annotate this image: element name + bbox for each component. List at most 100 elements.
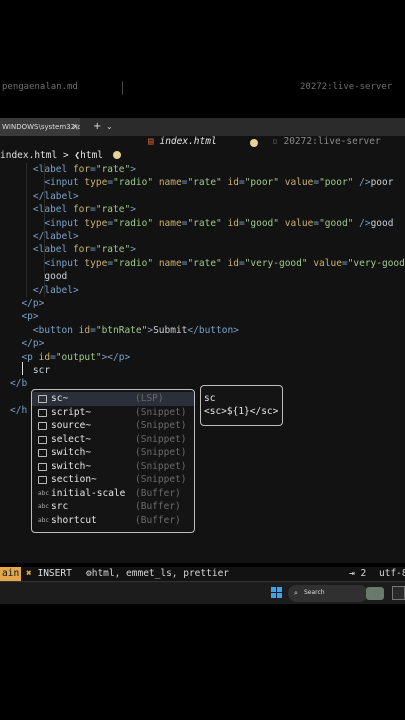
code-line: <p id="output"></p>: [21, 351, 130, 364]
completion-menu[interactable]: sc~ (LSP) script~ (Snippet) source~ (Snippet)…: [31, 389, 195, 533]
tab-label: index.html: [159, 136, 217, 147]
code-line: </p>: [21, 297, 44, 310]
code-token: "output": [55, 351, 102, 363]
html-file-icon: ▤: [148, 136, 154, 147]
code-token: "rate": [187, 217, 228, 229]
code-token: "btnRate": [95, 324, 148, 336]
code-line: </h: [10, 404, 27, 417]
completion-item[interactable]: sc~ (LSP): [32, 392, 194, 406]
completion-item[interactable]: abc initial-scale (Buffer): [32, 487, 194, 501]
code-line: <input type="radio" name="rate" id="very…: [44, 257, 405, 270]
code-line: <label for="rate">: [33, 243, 136, 256]
code-token: name: [158, 177, 182, 189]
code-token: type: [84, 257, 108, 269]
windows-start-icon[interactable]: [271, 587, 283, 599]
code-token: >: [130, 164, 136, 175]
completion-kind: (Buffer): [135, 487, 181, 499]
completion-item[interactable]: section~ (Snippet): [32, 473, 194, 487]
code-token: Submit: [153, 324, 188, 336]
mode-label: INSERT: [37, 568, 72, 579]
tab-index-html[interactable]: ▤ index.html: [148, 136, 217, 150]
terminal-tab-title: WINDOWS\system32\cmd.: [2, 123, 80, 131]
completion-kind: (Snippet): [135, 460, 187, 472]
breadcrumb-node[interactable]: html: [80, 150, 103, 161]
mode-indicator: ✖ INSERT: [26, 567, 72, 581]
completion-label: shortcut: [51, 514, 97, 526]
modified-dot-icon: [250, 139, 258, 147]
screen: pengaenalan.md 20272:live-server WINDOWS…: [0, 0, 405, 720]
code-line: <label for="rate">: [33, 163, 136, 176]
completion-kind: (LSP): [135, 393, 164, 404]
tab-label: 20272:live-server: [283, 136, 381, 147]
code-token: id: [227, 257, 239, 269]
editor-tab-bar: ▤ index.html ▫ 20272:live-server: [0, 136, 405, 150]
code-token: </h: [10, 405, 28, 417]
chevron-down-icon[interactable]: ⌄: [106, 122, 113, 131]
text-icon: abc: [38, 503, 49, 510]
code-token: "good": [319, 217, 360, 229]
lsp-list: html, emmet_ls, prettier: [91, 568, 230, 579]
code-token: type: [84, 177, 108, 189]
completion-item[interactable]: abc shortcut (Buffer): [32, 514, 194, 528]
completion-kind: (Snippet): [135, 406, 187, 418]
terminal-tab[interactable]: WINDOWS\system32\cmd. ×: [0, 118, 80, 136]
code-token: id: [227, 217, 239, 229]
code-token: <label: [32, 164, 73, 175]
terminal-file-icon: ▫: [272, 136, 278, 147]
completion-label: switch~: [51, 447, 92, 458]
completion-item[interactable]: select~ (Snippet): [32, 433, 194, 447]
code-line: <label for="rate">: [33, 203, 136, 216]
taskbar-search-box[interactable]: ⌕ Search: [288, 585, 368, 602]
completion-label: sc~: [51, 393, 69, 404]
completion-label: source~: [51, 420, 92, 431]
code-token: "poor": [244, 177, 285, 189]
snippet-icon: [38, 462, 47, 471]
completion-item[interactable]: abc src (Buffer): [32, 500, 194, 514]
weather-widget-icon[interactable]: [366, 587, 384, 600]
code-token: </p>: [21, 298, 45, 309]
snippet-icon: [38, 408, 47, 417]
code-token: "good": [244, 217, 285, 229]
code-token: >: [130, 244, 136, 256]
code-token: poor: [370, 177, 394, 189]
code-line: </p>: [21, 337, 44, 350]
snippet-icon: [38, 422, 47, 430]
code-token: <label: [32, 204, 73, 216]
code-token: id: [38, 351, 51, 363]
completion-label: script~: [51, 406, 92, 418]
breadcrumb-file[interactable]: index.html: [0, 150, 57, 161]
code-token: "radio": [113, 257, 159, 269]
new-tab-button[interactable]: +: [93, 121, 101, 132]
code-line: scr: [33, 364, 50, 377]
insert-mode-icon: ✖: [26, 568, 32, 579]
code-token: "rate": [187, 177, 228, 189]
code-token: >: [130, 204, 136, 216]
code-token: <input: [44, 217, 85, 229]
completion-label: select~: [51, 433, 92, 445]
completion-item[interactable]: source~ (Snippet): [32, 419, 194, 433]
code-token: good: [370, 217, 394, 229]
code-token: name: [158, 257, 182, 269]
code-token: <input: [44, 177, 85, 189]
search-icon: ⌕: [294, 589, 298, 597]
code-line: </label>: [33, 284, 79, 297]
top-letterbox: [0, 0, 405, 118]
snippet-icon: [38, 435, 47, 444]
faded-tab-label: 20272:live-server: [300, 82, 393, 92]
close-icon[interactable]: ×: [72, 122, 79, 131]
faded-tab-strip: pengaenalan.md 20272:live-server: [0, 81, 405, 95]
app-icon[interactable]: [392, 586, 405, 600]
code-token: "rate": [95, 204, 131, 216]
completion-item[interactable]: switch~ (Snippet): [32, 446, 194, 460]
code-token: <button: [32, 324, 79, 336]
code-token: "very-good": [244, 257, 314, 269]
code-token: </p>: [21, 338, 45, 350]
tab-live-server[interactable]: ▫ 20272:live-server: [272, 136, 381, 150]
completion-label: switch~: [51, 460, 92, 472]
completion-item[interactable]: switch~ (Snippet): [32, 460, 194, 474]
completion-item[interactable]: script~ (Snippet): [32, 406, 194, 420]
branch-indicator: ain: [0, 567, 22, 581]
code-token: </label>: [32, 284, 79, 296]
breadcrumb: index.html > ❮html: [0, 150, 405, 163]
code-token: "radio": [113, 177, 159, 189]
